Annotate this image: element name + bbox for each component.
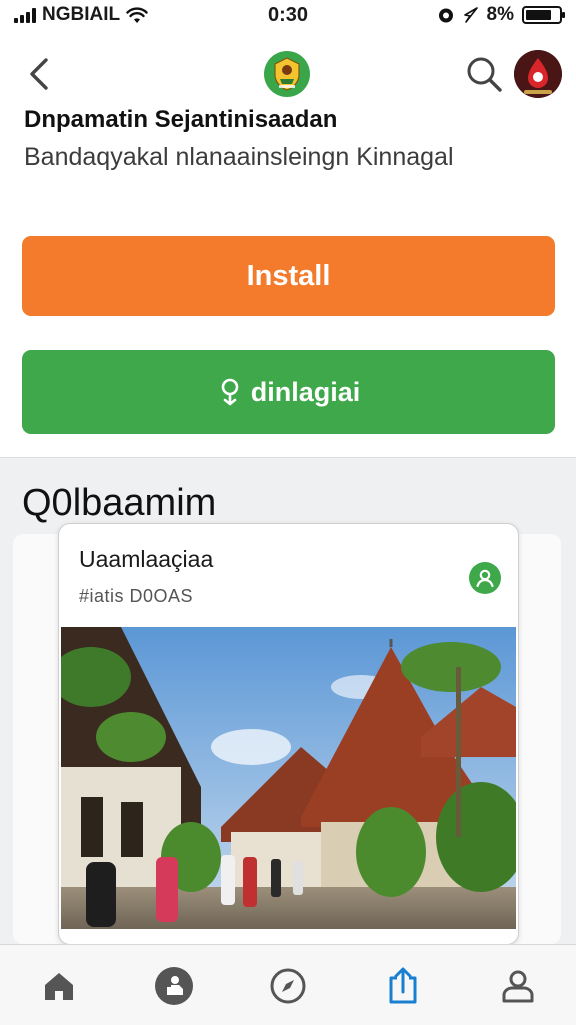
card-title: Uaamlaaçiaa: [79, 546, 214, 572]
search-button[interactable]: [464, 54, 504, 94]
install-button[interactable]: Install: [22, 236, 555, 316]
app-logo: [264, 51, 310, 97]
download-button[interactable]: dinlagiai: [22, 350, 555, 434]
tab-home[interactable]: [36, 963, 82, 1009]
profile-badge-icon: [155, 967, 193, 1005]
pin-icon: [221, 378, 239, 406]
app-emblem-icon: [274, 57, 300, 91]
search-icon: [467, 57, 502, 92]
nav-bar: [0, 40, 576, 110]
app-subtitle: Bandaqyakal nlanaainsleingn Kinnagal: [24, 143, 454, 171]
app-title: Dnpamatin Sejantinisaadan: [24, 106, 338, 133]
tab-bar: [0, 944, 576, 1025]
traditional-village-photo: [61, 627, 516, 929]
location-arrow-icon: [463, 7, 478, 23]
user-avatar[interactable]: [514, 50, 562, 98]
install-button-label: Install: [246, 259, 331, 292]
status-right: 8%: [437, 4, 565, 26]
card-user-button[interactable]: [469, 562, 501, 594]
featured-card[interactable]: Uaamlaaçiaa #iatis D0OAS: [58, 523, 519, 945]
card-tag: #iatis D0OAS: [79, 586, 194, 606]
tab-explore[interactable]: [265, 963, 311, 1009]
tab-profile-badge[interactable]: [151, 963, 197, 1009]
alarm-icon: [438, 8, 453, 23]
home-icon: [45, 973, 73, 1000]
chevron-left-icon: [30, 58, 48, 90]
avatar-image: [514, 50, 562, 98]
person-icon: [502, 970, 534, 1003]
section-title: Q0lbaamim: [22, 482, 217, 524]
compass-icon: [270, 968, 306, 1004]
tab-share[interactable]: [380, 963, 426, 1009]
battery-icon: [522, 6, 565, 24]
user-circle-icon: [476, 569, 494, 588]
battery-percent: 8%: [486, 4, 514, 25]
tab-account[interactable]: [495, 963, 541, 1009]
battery-fill: [526, 10, 551, 20]
share-icon: [389, 967, 417, 1004]
download-button-label: dinlagiai: [250, 376, 361, 407]
back-button[interactable]: [22, 52, 58, 96]
status-bar: NGBIAIL 0:30 8%: [0, 0, 576, 32]
